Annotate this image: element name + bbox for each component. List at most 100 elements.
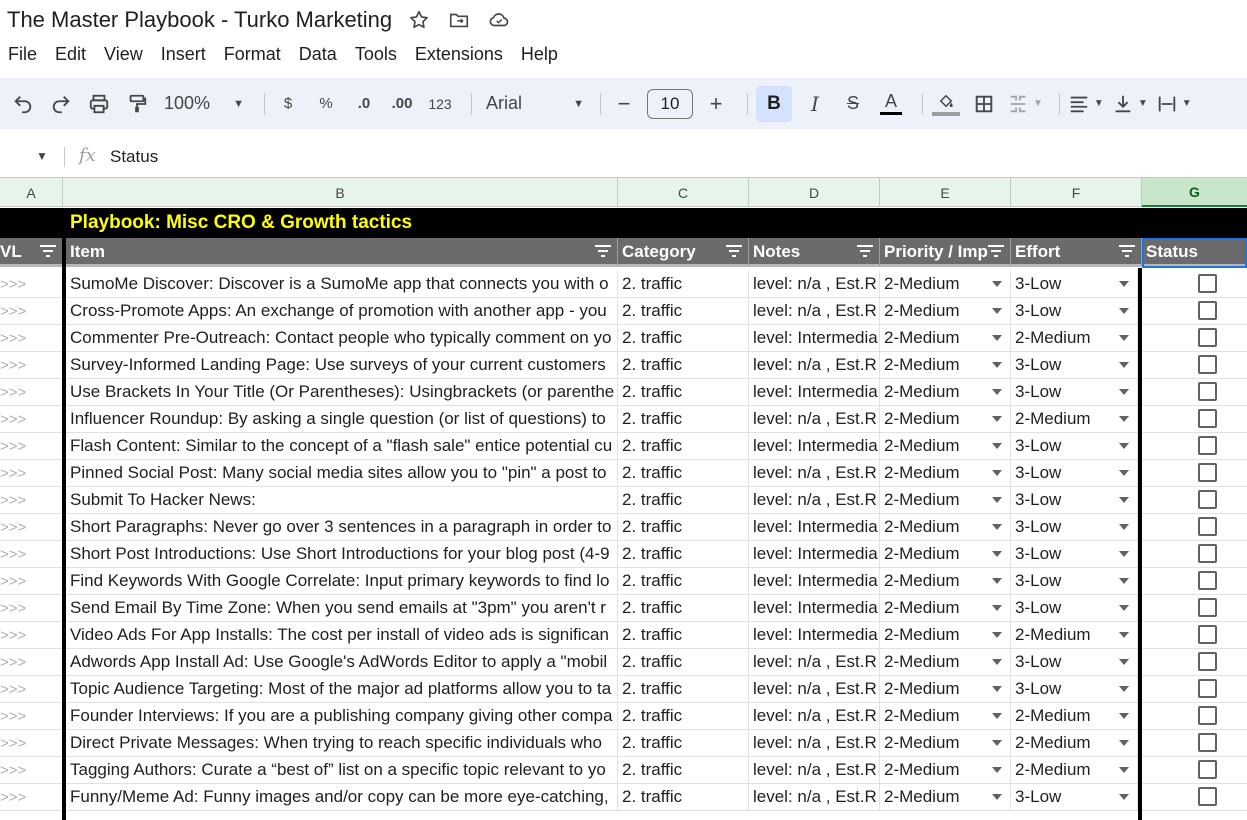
increase-decimal-button[interactable]: .00 xyxy=(387,87,417,121)
cell-priority[interactable]: 2-Medium xyxy=(880,487,1011,513)
cell-effort[interactable]: 2-Medium xyxy=(1011,622,1138,648)
zoom-select[interactable]: 100% ▼ xyxy=(160,87,248,121)
status-checkbox[interactable] xyxy=(1198,301,1217,320)
column-header-a[interactable]: A xyxy=(0,178,63,207)
cell-effort[interactable]: 3-Low xyxy=(1011,541,1138,567)
filter-icon[interactable] xyxy=(726,245,742,258)
bold-button[interactable]: B xyxy=(756,85,792,122)
cell-category[interactable]: 2. traffic xyxy=(618,730,749,756)
undo-icon[interactable] xyxy=(8,87,38,121)
cell-priority[interactable]: 2-Medium xyxy=(880,325,1011,351)
cell-item[interactable]: Adwords App Install Ad: Use Google's AdW… xyxy=(66,649,618,675)
cell-notes[interactable]: level: Intermedia xyxy=(749,568,880,594)
status-checkbox[interactable] xyxy=(1198,355,1217,374)
cell-category[interactable]: 2. traffic xyxy=(618,541,749,567)
cell-lvl[interactable]: >>> xyxy=(0,487,63,513)
filter-icon[interactable] xyxy=(1119,245,1135,258)
dropdown-arrow-icon[interactable] xyxy=(1119,578,1129,584)
cell-notes[interactable]: level: n/a , Est.R xyxy=(749,271,880,297)
menu-view[interactable]: View xyxy=(96,42,151,67)
dropdown-arrow-icon[interactable] xyxy=(1119,470,1129,476)
document-title[interactable]: The Master Playbook - Turko Marketing xyxy=(7,7,392,33)
header-effort[interactable]: Effort xyxy=(1011,238,1142,266)
cell-priority[interactable]: 2-Medium xyxy=(880,514,1011,540)
cell-category[interactable]: 2. traffic xyxy=(618,433,749,459)
menu-tools[interactable]: Tools xyxy=(347,42,405,67)
status-checkbox[interactable] xyxy=(1198,517,1217,536)
cell-category[interactable]: 2. traffic xyxy=(618,757,749,783)
cell-notes[interactable]: level: Intermedia xyxy=(749,514,880,540)
paint-format-icon[interactable] xyxy=(122,87,152,121)
status-checkbox[interactable] xyxy=(1198,409,1217,428)
status-checkbox[interactable] xyxy=(1198,463,1217,482)
header-category[interactable]: Category xyxy=(618,238,749,266)
vertical-align-icon[interactable]: ▼ xyxy=(1112,87,1148,121)
cell-notes[interactable]: level: Intermedia xyxy=(749,379,880,405)
fill-color-icon[interactable] xyxy=(931,87,961,121)
status-checkbox[interactable] xyxy=(1198,274,1217,293)
menu-insert[interactable]: Insert xyxy=(153,42,214,67)
move-folder-icon[interactable] xyxy=(446,7,472,33)
cell-lvl[interactable]: >>> xyxy=(0,352,63,378)
cell-notes[interactable]: level: n/a , Est.R xyxy=(749,460,880,486)
cell-lvl[interactable]: >>> xyxy=(0,379,63,405)
font-select[interactable]: Arial ▼ xyxy=(480,87,584,121)
star-icon[interactable] xyxy=(406,7,432,33)
cell-notes[interactable]: level: Intermedia xyxy=(749,622,880,648)
status-checkbox[interactable] xyxy=(1198,679,1217,698)
cell-effort[interactable]: 3-Low xyxy=(1011,676,1138,702)
cell-item[interactable]: Survey-Informed Landing Page: Use survey… xyxy=(66,352,618,378)
cell-priority[interactable]: 2-Medium xyxy=(880,784,1011,810)
dropdown-arrow-icon[interactable] xyxy=(992,335,1002,341)
cell-notes[interactable]: level: n/a , Est.R xyxy=(749,784,880,810)
cell-lvl[interactable]: >>> xyxy=(0,406,63,432)
column-header-f[interactable]: F xyxy=(1011,178,1142,207)
increase-font-size-icon[interactable]: + xyxy=(701,87,731,121)
cell-lvl[interactable]: >>> xyxy=(0,433,63,459)
header-priority[interactable]: Priority / Imp xyxy=(880,238,1011,266)
cell-effort[interactable]: 2-Medium xyxy=(1011,325,1138,351)
cell-category[interactable]: 2. traffic xyxy=(618,568,749,594)
status-checkbox[interactable] xyxy=(1198,706,1217,725)
column-header-e[interactable]: E xyxy=(880,178,1011,207)
cell-lvl[interactable]: >>> xyxy=(0,460,63,486)
cell-notes[interactable]: level: Intermedia xyxy=(749,325,880,351)
cell-category[interactable]: 2. traffic xyxy=(618,379,749,405)
dropdown-arrow-icon[interactable] xyxy=(992,524,1002,530)
cell-priority[interactable]: 2-Medium xyxy=(880,676,1011,702)
cell-notes[interactable]: level: n/a , Est.R xyxy=(749,649,880,675)
menu-edit[interactable]: Edit xyxy=(47,42,94,67)
cell-item[interactable]: Funny/Meme Ad: Funny images and/or copy … xyxy=(66,784,618,810)
cell-notes[interactable]: level: n/a , Est.R xyxy=(749,487,880,513)
cell-notes[interactable]: level: n/a , Est.R xyxy=(749,676,880,702)
cell-item[interactable]: Commenter Pre-Outreach: Contact people w… xyxy=(66,325,618,351)
menu-data[interactable]: Data xyxy=(291,42,345,67)
cell-category[interactable]: 2. traffic xyxy=(618,622,749,648)
cell-item[interactable]: Submit To Hacker News: xyxy=(66,487,618,513)
dropdown-arrow-icon[interactable] xyxy=(992,281,1002,287)
cell-effort[interactable]: 3-Low xyxy=(1011,595,1138,621)
dropdown-arrow-icon[interactable] xyxy=(1119,659,1129,665)
status-checkbox[interactable] xyxy=(1198,490,1217,509)
dropdown-arrow-icon[interactable] xyxy=(992,578,1002,584)
cell-item[interactable]: Influencer Roundup: By asking a single q… xyxy=(66,406,618,432)
cell-category[interactable]: 2. traffic xyxy=(618,487,749,513)
name-box-dropdown[interactable]: ▼ xyxy=(36,149,48,163)
cell-effort[interactable]: 2-Medium xyxy=(1011,730,1138,756)
cell-effort[interactable]: 3-Low xyxy=(1011,271,1138,297)
cell-item[interactable]: Direct Private Messages: When trying to … xyxy=(66,730,618,756)
cell-lvl[interactable]: >>> xyxy=(0,541,63,567)
status-checkbox[interactable] xyxy=(1198,787,1217,806)
cell-priority[interactable]: 2-Medium xyxy=(880,298,1011,324)
cell-effort[interactable]: 2-Medium xyxy=(1011,757,1138,783)
header-status[interactable]: Status xyxy=(1142,238,1247,266)
cell-priority[interactable]: 2-Medium xyxy=(880,541,1011,567)
cell-item[interactable]: Founder Interviews: If you are a publish… xyxy=(66,703,618,729)
cell-category[interactable]: 2. traffic xyxy=(618,676,749,702)
cell-priority[interactable]: 2-Medium xyxy=(880,406,1011,432)
header-notes[interactable]: Notes xyxy=(749,238,880,266)
cell-notes[interactable]: level: n/a , Est.R xyxy=(749,352,880,378)
dropdown-arrow-icon[interactable] xyxy=(992,794,1002,800)
column-header-g[interactable]: G xyxy=(1142,178,1247,207)
cell-effort[interactable]: 3-Low xyxy=(1011,568,1138,594)
